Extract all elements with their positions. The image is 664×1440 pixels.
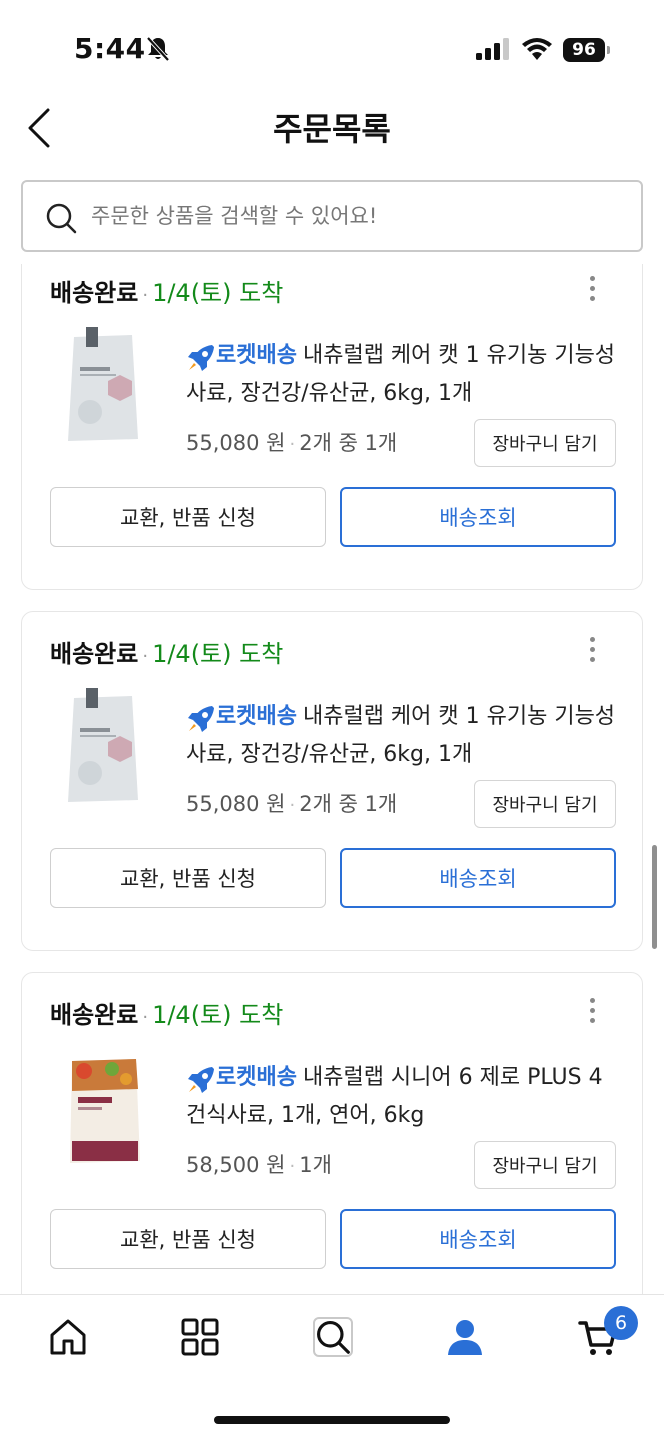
scrollbar[interactable] xyxy=(652,845,657,949)
more-options-icon[interactable] xyxy=(582,995,602,1025)
order-status-row: 배송완료 · 1/4(토) 도착 xyxy=(50,279,284,307)
header: 주문목록 xyxy=(0,96,664,160)
rocket-delivery-label: 로켓배송 xyxy=(216,343,297,368)
order-status: 배송완료 xyxy=(50,1001,139,1029)
product-price: 58,500 원 xyxy=(186,1153,286,1177)
status-bar: 5:44 96 xyxy=(0,0,664,100)
product-image xyxy=(68,688,138,802)
rocket-delivery-label: 로켓배송 xyxy=(216,704,297,729)
signal-icon xyxy=(476,38,509,60)
price-row: 58,500 원 · 1개 xyxy=(186,1153,332,1177)
track-delivery-button[interactable]: 배송조회 xyxy=(340,487,616,547)
cart-count-badge: 6 xyxy=(604,1306,638,1340)
battery-icon: 96 xyxy=(563,38,611,62)
order-card: 배송완료 · 1/4(토) 도착 로켓배송 내츄럴랩 케어 캣 1 유기농 기능성 사… xyxy=(21,611,643,951)
add-to-cart-button[interactable]: 장바구니 담기 xyxy=(474,780,616,828)
more-options-icon[interactable] xyxy=(582,634,602,664)
bell-muted-icon xyxy=(146,36,170,62)
product-image xyxy=(70,1059,140,1163)
exchange-return-button[interactable]: 교환, 반품 신청 xyxy=(50,1209,326,1269)
category-grid-icon[interactable] xyxy=(180,1317,220,1357)
page-title: 주문목록 xyxy=(273,110,391,148)
add-to-cart-button[interactable]: 장바구니 담기 xyxy=(474,1141,616,1189)
price-row: 55,080 원 · 2개 중 1개 xyxy=(186,792,398,816)
product-quantity: 2개 중 1개 xyxy=(299,792,398,816)
order-list[interactable]: 배송완료 · 1/4(토) 도착 로켓배송 내츄럴랩 케어 캣 1 유기농 기능성 사… xyxy=(0,264,664,1294)
arrival-date: 1/4(토) 도착 xyxy=(152,279,284,307)
arrival-date: 1/4(토) 도착 xyxy=(152,640,284,668)
product-title-block[interactable]: 로켓배송 내츄럴랩 케어 캣 1 유기농 기능성 사료, 장건강/유산균, 6kg… xyxy=(186,698,620,774)
more-options-icon[interactable] xyxy=(582,273,602,303)
add-to-cart-button[interactable]: 장바구니 담기 xyxy=(474,419,616,467)
product-image xyxy=(68,327,138,441)
battery-level: 96 xyxy=(563,38,605,62)
product-quantity: 1개 xyxy=(299,1153,332,1177)
order-card: 배송완료 · 1/4(토) 도착 로켓배송 내츄럴랩 케어 캣 1 유기농 기능성 사… xyxy=(21,264,643,590)
home-indicator xyxy=(214,1416,450,1424)
status-time: 5:44 xyxy=(74,32,146,65)
rocket-delivery-label: 로켓배송 xyxy=(216,1065,297,1090)
search-icon xyxy=(46,203,77,234)
order-status: 배송완료 xyxy=(50,279,139,307)
exchange-return-button[interactable]: 교환, 반품 신청 xyxy=(50,487,326,547)
product-quantity: 2개 중 1개 xyxy=(299,431,398,455)
home-icon[interactable] xyxy=(48,1317,88,1357)
search-input[interactable] xyxy=(91,196,621,236)
order-status-row: 배송완료 · 1/4(토) 도착 xyxy=(50,640,284,668)
exchange-return-button[interactable]: 교환, 반품 신청 xyxy=(50,848,326,908)
wifi-icon xyxy=(522,38,552,60)
order-status-row: 배송완료 · 1/4(토) 도착 xyxy=(50,1001,284,1029)
price-row: 55,080 원 · 2개 중 1개 xyxy=(186,431,398,455)
search-tab-icon[interactable] xyxy=(313,1317,353,1357)
my-account-icon[interactable] xyxy=(445,1317,485,1357)
product-price: 55,080 원 xyxy=(186,792,286,816)
product-title-block[interactable]: 로켓배송 내츄럴랩 시니어 6 제로 PLUS 4 건식사료, 1개, 연어, 6… xyxy=(186,1059,620,1135)
track-delivery-button[interactable]: 배송조회 xyxy=(340,1209,616,1269)
order-status: 배송완료 xyxy=(50,640,139,668)
order-card: 배송완료 · 1/4(토) 도착 로켓배송 내츄럴랩 시니어 6 제로 PLUS 4 … xyxy=(21,972,643,1294)
track-delivery-button[interactable]: 배송조회 xyxy=(340,848,616,908)
arrival-date: 1/4(토) 도착 xyxy=(152,1001,284,1029)
product-title-block[interactable]: 로켓배송 내츄럴랩 케어 캣 1 유기농 기능성 사료, 장건강/유산균, 6kg… xyxy=(186,337,620,413)
search-box[interactable] xyxy=(21,180,643,252)
product-price: 55,080 원 xyxy=(186,431,286,455)
